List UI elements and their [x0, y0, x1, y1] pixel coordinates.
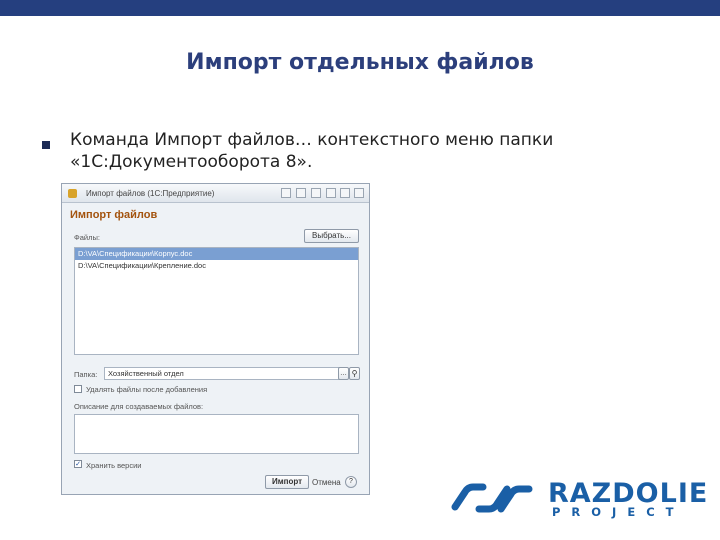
file-path: D:\VA\Спецификации\Корпус.doc: [78, 249, 193, 258]
file-path: D:\VA\Спецификации\Крепление.doc: [78, 261, 206, 270]
folder-field[interactable]: Хозяйственный отдел: [104, 367, 347, 380]
close-icon[interactable]: [354, 188, 364, 198]
folder-label: Папка:: [74, 370, 98, 379]
bullet-text: Команда Импорт файлов… контекстного меню…: [70, 130, 554, 172]
search-icon[interactable]: ⚲: [349, 367, 360, 380]
cancel-button[interactable]: Отмена: [312, 478, 341, 487]
form-title: Импорт файлов: [70, 209, 158, 221]
toolbar-icon-2[interactable]: [296, 188, 306, 198]
delete-after-label: Удалять файлы после добавления: [86, 385, 208, 394]
window-titlebar: Импорт файлов (1С:Предприятие): [62, 184, 369, 203]
minimize-icon[interactable]: [340, 188, 350, 198]
list-item[interactable]: D:\VA\Спецификации\Крепление.doc: [75, 260, 358, 272]
files-list[interactable]: D:\VA\Спецификации\Корпус.doc D:\VA\Спец…: [74, 247, 359, 355]
top-bar: [0, 0, 720, 16]
slide-title: Импорт отдельных файлов: [186, 50, 534, 75]
window-title: Импорт файлов (1С:Предприятие): [86, 189, 215, 198]
description-field[interactable]: [74, 414, 359, 454]
toolbar-icon-3[interactable]: [311, 188, 321, 198]
import-button[interactable]: Импорт: [265, 475, 309, 489]
bullet-marker: [42, 141, 50, 149]
keep-versions-label: Хранить версии: [86, 461, 142, 470]
select-button[interactable]: Выбрать...: [304, 229, 359, 243]
app-icon: [68, 189, 77, 198]
list-item[interactable]: D:\VA\Спецификации\Корпус.doc: [75, 248, 358, 260]
delete-after-checkbox[interactable]: [74, 385, 82, 393]
razdolie-logo-icon: [451, 483, 533, 513]
logo-subtitle: PROJECT: [552, 505, 685, 519]
help-button[interactable]: ?: [345, 476, 357, 488]
import-files-window: Импорт файлов (1С:Предприятие) Импорт фа…: [61, 183, 370, 495]
files-label: Файлы:: [74, 233, 100, 242]
keep-versions-checkbox[interactable]: ✓: [74, 460, 82, 468]
description-label: Описание для создаваемых файлов:: [74, 402, 204, 411]
help-icon[interactable]: [326, 188, 336, 198]
toolbar-icon-1[interactable]: [281, 188, 291, 198]
folder-choose-button[interactable]: …: [338, 367, 349, 380]
